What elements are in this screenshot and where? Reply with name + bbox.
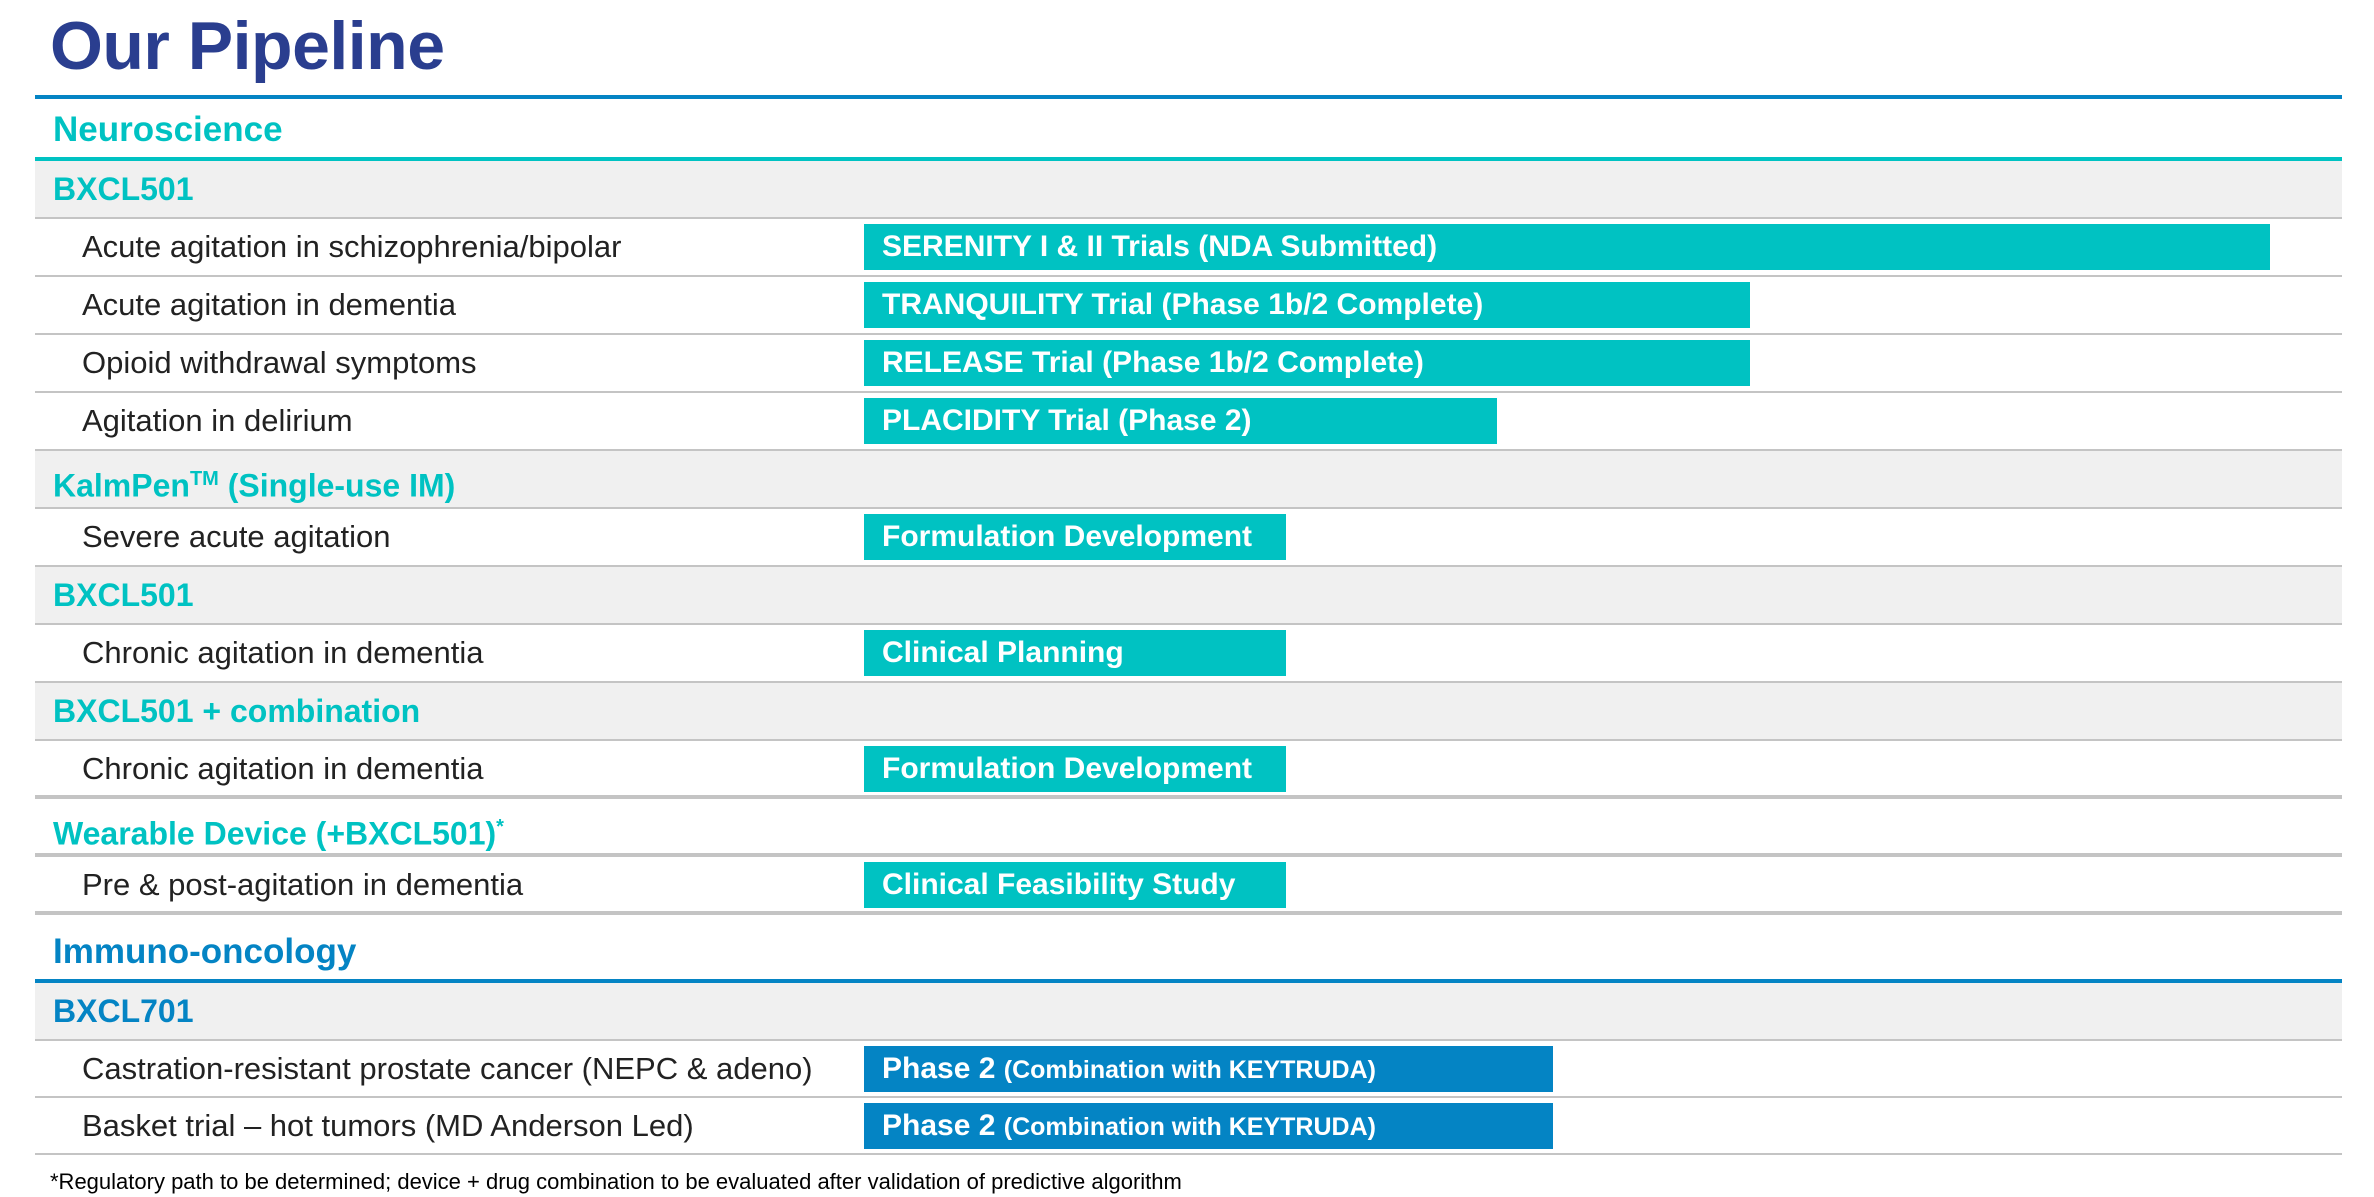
- indication-label: Castration-resistant prostate cancer (NE…: [82, 1051, 813, 1086]
- bar-label: SERENITY I & II Trials (NDA Submitted): [882, 230, 1438, 263]
- drug-suffix: (Single-use IM): [218, 467, 456, 504]
- bar-note: (Combination with KEYTRUDA): [1003, 1113, 1376, 1141]
- indication-label: Acute agitation in schizophrenia/bipolar: [82, 229, 622, 264]
- progress-bar: RELEASE Trial (Phase 1b/2 Complete): [864, 340, 1750, 386]
- indication-row: Basket trial – hot tumors (MD Anderson L…: [35, 1098, 2342, 1155]
- bar-phase: Phase 2: [882, 1109, 996, 1142]
- indication-row: Agitation in delirium PLACIDITY Trial (P…: [35, 393, 2342, 451]
- indication-label: Chronic agitation in dementia: [82, 751, 484, 786]
- progress-bar: Phase 2 (Combination with KEYTRUDA): [864, 1103, 1553, 1149]
- indication-label: Chronic agitation in dementia: [82, 635, 484, 670]
- indication-label: Basket trial – hot tumors (MD Anderson L…: [82, 1108, 694, 1143]
- bar-label: Clinical Planning: [882, 636, 1124, 669]
- indication-label: Opioid withdrawal symptoms: [82, 345, 477, 380]
- drug-name: Wearable Device (+BXCL501): [53, 815, 497, 852]
- indication-label: Pre & post-agitation in dementia: [82, 867, 524, 902]
- drug-label: Wearable Device (+BXCL501)*: [53, 799, 504, 862]
- footnote: *Regulatory path to be determined; devic…: [50, 1169, 1182, 1194]
- progress-bar: Clinical Planning: [864, 630, 1286, 676]
- drug-row-bxcl501: BXCL501: [35, 161, 2342, 219]
- bar-label: PLACIDITY Trial (Phase 2): [882, 404, 1252, 437]
- indication-row: Acute agitation in dementia TRANQUILITY …: [35, 277, 2342, 335]
- section-heading-immuno-oncology: Immuno-oncology: [53, 932, 357, 971]
- page-title: Our Pipeline: [50, 8, 445, 84]
- indication-label: Acute agitation in dementia: [82, 287, 456, 322]
- indication-row: Castration-resistant prostate cancer (NE…: [35, 1041, 2342, 1098]
- bar-label: RELEASE Trial (Phase 1b/2 Complete): [882, 346, 1424, 379]
- progress-bar: SERENITY I & II Trials (NDA Submitted): [864, 224, 2270, 270]
- trademark-mark: TM: [189, 468, 219, 490]
- drug-label: BXCL701: [53, 993, 194, 1029]
- bar-label: Formulation Development: [882, 520, 1253, 553]
- drug-label: KalmPenTM (Single-use IM): [53, 451, 455, 514]
- drug-row-kalmpen: KalmPenTM (Single-use IM): [35, 451, 2342, 509]
- progress-bar: Phase 2 (Combination with KEYTRUDA): [864, 1046, 1553, 1092]
- drug-label: BXCL501: [53, 577, 194, 613]
- drug-label: BXCL501 + combination: [53, 693, 421, 729]
- bar-phase: Phase 2: [882, 1052, 996, 1085]
- progress-bar: Formulation Development: [864, 514, 1286, 560]
- indication-row: Severe acute agitation Formulation Devel…: [35, 509, 2342, 567]
- progress-bar: Clinical Feasibility Study: [864, 862, 1286, 908]
- title-rule: [35, 95, 2342, 99]
- indication-row: Chronic agitation in dementia Clinical P…: [35, 625, 2342, 683]
- footnote-mark: *: [496, 816, 504, 838]
- section-heading-neuroscience: Neuroscience: [53, 110, 283, 149]
- bar-label: Clinical Feasibility Study: [882, 868, 1236, 901]
- drug-name: KalmPen: [53, 467, 190, 504]
- bar-note: (Combination with KEYTRUDA): [1003, 1056, 1376, 1084]
- indication-row: Chronic agitation in dementia Formulatio…: [35, 741, 2342, 799]
- indication-row: Pre & post-agitation in dementia Clinica…: [35, 857, 2342, 915]
- drug-row-bxcl701: BXCL701: [35, 983, 2342, 1041]
- drug-label: BXCL501: [53, 171, 194, 207]
- progress-bar: PLACIDITY Trial (Phase 2): [864, 398, 1497, 444]
- drug-row-bxcl501-chronic: BXCL501: [35, 567, 2342, 625]
- progress-bar: Formulation Development: [864, 746, 1286, 792]
- indication-row: Opioid withdrawal symptoms RELEASE Trial…: [35, 335, 2342, 393]
- drug-row-wearable-device: Wearable Device (+BXCL501)*: [35, 799, 2342, 857]
- bar-label: Formulation Development: [882, 752, 1253, 785]
- indication-label: Agitation in delirium: [82, 403, 353, 438]
- indication-row: Acute agitation in schizophrenia/bipolar…: [35, 219, 2342, 277]
- drug-row-bxcl501-combination: BXCL501 + combination: [35, 683, 2342, 741]
- indication-label: Severe acute agitation: [82, 519, 391, 554]
- progress-bar: TRANQUILITY Trial (Phase 1b/2 Complete): [864, 282, 1750, 328]
- bar-label: TRANQUILITY Trial (Phase 1b/2 Complete): [882, 288, 1484, 321]
